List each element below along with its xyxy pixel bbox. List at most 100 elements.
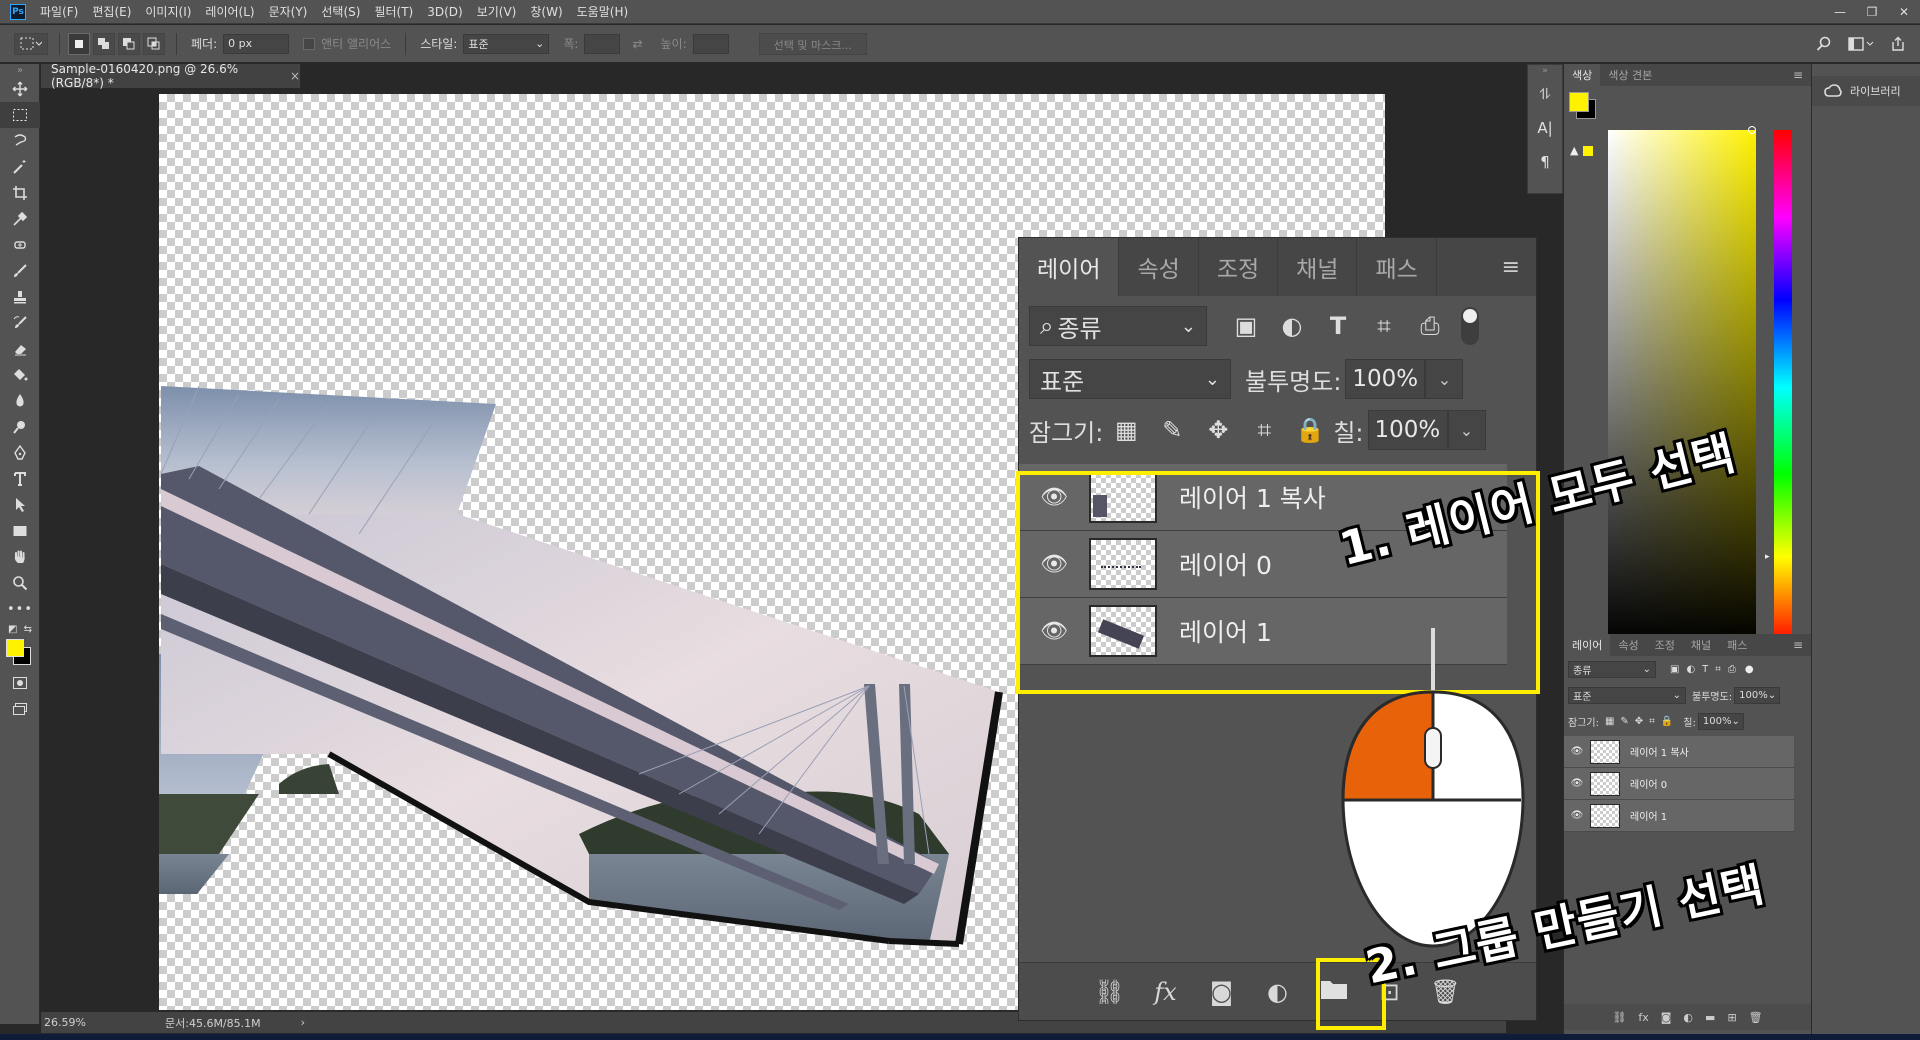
menu-image[interactable]: 이미지(I) bbox=[145, 3, 191, 20]
default-colors-icon[interactable]: ◩ bbox=[8, 624, 17, 635]
close-document-icon[interactable]: × bbox=[290, 69, 300, 83]
rectangle-tool[interactable] bbox=[0, 518, 40, 544]
lock-all-icon[interactable]: 🔒 bbox=[1287, 416, 1333, 444]
tab-small-adjustments[interactable]: 조정 bbox=[1647, 634, 1683, 656]
tab-color[interactable]: 색상 bbox=[1564, 64, 1601, 86]
tab-small-channels[interactable]: 채널 bbox=[1683, 634, 1719, 656]
tab-layers[interactable]: 레이어 bbox=[1019, 238, 1120, 296]
search-icon[interactable] bbox=[1816, 36, 1832, 52]
healing-brush-tool[interactable] bbox=[0, 232, 40, 258]
menu-window[interactable]: 창(W) bbox=[530, 3, 562, 20]
layers-panel-menu-icon[interactable]: ≡ bbox=[1502, 238, 1520, 296]
minimize-button[interactable]: — bbox=[1824, 0, 1856, 24]
folder-icon[interactable]: ▬ bbox=[1705, 1011, 1715, 1024]
trash-icon[interactable]: 🗑 bbox=[1749, 1011, 1763, 1024]
add-mask-icon[interactable]: ◙ bbox=[1661, 1011, 1672, 1024]
lock-position-icon[interactable]: ✥ bbox=[1195, 416, 1241, 444]
share-icon[interactable] bbox=[1890, 36, 1906, 52]
stamp-tool[interactable] bbox=[0, 284, 40, 310]
history-panel-icon[interactable]: ⥮ bbox=[1528, 77, 1562, 111]
status-menu-arrow[interactable]: › bbox=[301, 1016, 305, 1029]
paint-bucket-tool[interactable] bbox=[0, 362, 40, 388]
small-layer-row[interactable]: 👁 레이어 1 bbox=[1564, 800, 1794, 832]
type-filter-icon[interactable]: T bbox=[1315, 312, 1361, 340]
tab-properties[interactable]: 속성 bbox=[1119, 238, 1199, 296]
menu-filter[interactable]: 필터(T) bbox=[374, 3, 413, 20]
eraser-tool[interactable] bbox=[0, 336, 40, 362]
foreground-color-swatch[interactable] bbox=[1569, 92, 1589, 112]
small-filter-icons[interactable]: ▣◐T⌗⎙ bbox=[1670, 664, 1743, 675]
fx-icon[interactable]: fx bbox=[1138, 978, 1194, 1006]
tab-paths[interactable]: 패스 bbox=[1357, 238, 1437, 296]
blend-mode-select[interactable]: 표준 ⌄ bbox=[1029, 359, 1231, 399]
brush-tool[interactable] bbox=[0, 258, 40, 284]
small-filter-kind-select[interactable]: 종류 ⌄ bbox=[1568, 660, 1656, 678]
menu-layer[interactable]: 레이어(L) bbox=[205, 3, 254, 20]
tab-swatches[interactable]: 색상 견본 bbox=[1600, 64, 1660, 86]
pen-tool[interactable] bbox=[0, 440, 40, 466]
zoom-tool[interactable] bbox=[0, 570, 40, 596]
tab-adjustments[interactable]: 조정 bbox=[1199, 238, 1279, 296]
opacity-dropdown-button[interactable]: ⌄ bbox=[1425, 359, 1464, 399]
lock-paint-brush-icon[interactable]: ✎ bbox=[1149, 416, 1195, 444]
adjustment-layer-icon[interactable]: ◐ bbox=[1683, 1011, 1693, 1024]
hand-tool[interactable] bbox=[0, 544, 40, 570]
tab-channels[interactable]: 채널 bbox=[1278, 238, 1358, 296]
magic-wand-tool[interactable] bbox=[0, 154, 40, 180]
quick-mask-button[interactable] bbox=[0, 670, 40, 696]
small-blend-mode-select[interactable]: 표준 ⌄ bbox=[1568, 686, 1686, 704]
feather-input[interactable]: 0 px bbox=[223, 33, 290, 54]
fx-icon[interactable]: fx bbox=[1638, 1011, 1648, 1024]
blur-tool[interactable] bbox=[0, 388, 40, 414]
shape-filter-icon[interactable]: ⌗ bbox=[1361, 312, 1407, 340]
filter-kind-select[interactable]: ⌕ 종류 ⌄ bbox=[1029, 306, 1207, 346]
move-tool[interactable] bbox=[0, 76, 40, 102]
menu-help[interactable]: 도움말(H) bbox=[577, 3, 629, 20]
zoom-level[interactable]: 26.59% bbox=[41, 1016, 121, 1029]
lock-transparent-icon[interactable]: ▦ bbox=[1103, 416, 1149, 444]
style-select[interactable]: 표준 ⌄ bbox=[463, 33, 550, 54]
type-tool[interactable] bbox=[0, 466, 40, 492]
screen-mode-button[interactable] bbox=[0, 696, 40, 722]
menu-3d[interactable]: 3D(D) bbox=[427, 5, 462, 19]
foreground-color-swatch[interactable] bbox=[6, 639, 24, 657]
fill-dropdown-button[interactable]: ⌄ bbox=[1447, 410, 1486, 450]
gamut-warning-icon[interactable]: ▲ bbox=[1570, 144, 1578, 157]
antialias-checkbox[interactable] bbox=[303, 37, 316, 50]
menu-select[interactable]: 선택(S) bbox=[321, 3, 360, 20]
library-button[interactable]: 라이브러리 bbox=[1812, 76, 1920, 106]
new-selection-button[interactable] bbox=[68, 32, 90, 55]
tab-small-paths[interactable]: 패스 bbox=[1719, 634, 1755, 656]
add-selection-button[interactable] bbox=[93, 32, 115, 55]
crop-tool[interactable] bbox=[0, 180, 40, 206]
tab-small-properties[interactable]: 속성 bbox=[1610, 634, 1646, 656]
restore-button[interactable]: ❐ bbox=[1856, 0, 1888, 24]
small-layer-row[interactable]: 👁 레이어 0 bbox=[1564, 768, 1794, 800]
menu-edit[interactable]: 편집(E) bbox=[92, 3, 131, 20]
swap-colors-icon[interactable]: ⇆ bbox=[24, 624, 32, 635]
opacity-input[interactable]: 100% bbox=[1345, 359, 1426, 399]
tab-small-layers[interactable]: 레이어 bbox=[1564, 634, 1611, 656]
new-layer-icon[interactable]: ⊞ bbox=[1727, 1011, 1736, 1024]
lasso-tool[interactable] bbox=[0, 128, 40, 154]
marquee-preset-picker[interactable] bbox=[14, 32, 48, 55]
filter-toggle[interactable] bbox=[1461, 307, 1479, 345]
adjustment-filter-icon[interactable]: ◐ bbox=[1269, 312, 1315, 340]
small-fill-input[interactable]: 100% ⌄ bbox=[1697, 712, 1744, 730]
paragraph-panel-icon[interactable]: ¶ bbox=[1528, 145, 1562, 179]
color-field[interactable] bbox=[1608, 130, 1756, 644]
collapse-arrows-icon[interactable]: » bbox=[1528, 65, 1562, 77]
menu-view[interactable]: 보기(V) bbox=[477, 3, 517, 20]
smart-object-filter-icon[interactable]: ⎙ bbox=[1407, 312, 1453, 340]
swap-dimensions-icon[interactable]: ⇄ bbox=[632, 37, 642, 51]
width-input[interactable] bbox=[584, 33, 621, 54]
color-panel-menu-icon[interactable]: ≡ bbox=[1793, 68, 1803, 82]
select-and-mask-button[interactable]: 선택 및 마스크... bbox=[758, 32, 867, 55]
subtract-selection-button[interactable] bbox=[118, 32, 140, 55]
small-opacity-input[interactable]: 100% ⌄ bbox=[1734, 686, 1781, 704]
collapse-arrows-icon[interactable]: » bbox=[0, 64, 40, 76]
small-lock-icons[interactable]: ▦✎✥⌗🔒 bbox=[1605, 716, 1679, 727]
adjustment-layer-icon[interactable]: ◐ bbox=[1250, 978, 1306, 1006]
menu-file[interactable]: 파일(F) bbox=[40, 3, 78, 20]
workspace-icon[interactable] bbox=[1848, 36, 1874, 52]
